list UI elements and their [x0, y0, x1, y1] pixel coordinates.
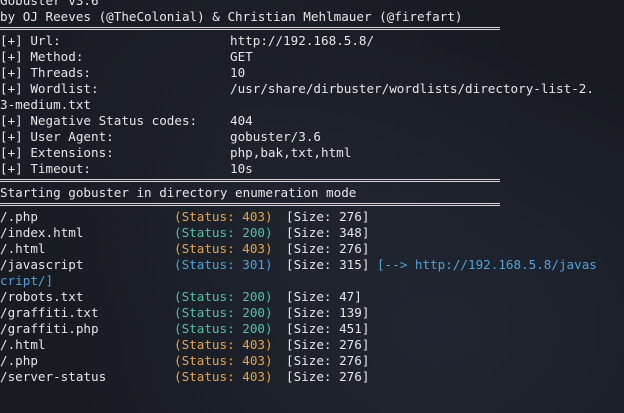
result-size: [Size: 276]	[286, 241, 370, 256]
result-row: /.php (Status: 403) [Size: 276]	[0, 353, 624, 369]
result-status: (Status: 403)	[174, 241, 273, 256]
result-row: /javascript (Status: 301) [Size: 315] [-->…	[0, 257, 624, 273]
config-row-negative-status: [+] Negative Status codes: 404	[0, 113, 624, 129]
result-path: /.php	[0, 209, 38, 224]
result-size: [Size: 276]	[286, 353, 370, 368]
gobuster-authors: by OJ Reeves (@TheColonial) & Christian …	[0, 9, 463, 24]
result-row: /.html (Status: 403) [Size: 276]	[0, 241, 624, 257]
result-row: /.html (Status: 403) [Size: 276]	[0, 337, 624, 353]
result-row: /graffiti.php (Status: 200) [Size: 451]	[0, 321, 624, 337]
result-size: [Size: 47]	[286, 289, 362, 304]
result-size: [Size: 139]	[286, 305, 370, 320]
config-row-wordlist-wrap: 3-medium.txt	[0, 97, 91, 112]
result-path: /.html	[0, 241, 46, 256]
config-label: [+] Method:	[0, 49, 84, 64]
result-path: /server-status	[0, 369, 107, 384]
config-label: [+] Negative Status codes:	[0, 113, 198, 128]
config-value: 10	[230, 65, 246, 80]
config-row-method: [+] Method: GET	[0, 49, 624, 65]
config-value: /usr/share/dirbuster/wordlists/directory…	[230, 81, 594, 96]
divider	[0, 177, 624, 185]
result-row: /index.html (Status: 200) [Size: 348]	[0, 225, 624, 241]
config-label: [+] User Agent:	[0, 129, 114, 144]
result-status: (Status: 200)	[174, 289, 273, 304]
result-status: (Status: 200)	[174, 321, 273, 336]
result-status: (Status: 403)	[174, 369, 273, 384]
config-row-wordlist: [+] Wordlist: /usr/share/dirbuster/wordli…	[0, 81, 624, 97]
redirect-link[interactable]: [--> http://192.168.5.8/javas	[377, 257, 597, 272]
result-path: /index.html	[0, 225, 84, 240]
result-size: [Size: 276]	[286, 209, 370, 224]
config-row-extensions: [+] Extensions: php,bak,txt,html	[0, 145, 624, 161]
config-label: [+] Timeout:	[0, 161, 91, 176]
result-size: [Size: 451]	[286, 321, 370, 336]
config-value: 10s	[230, 161, 253, 176]
gobuster-title: Gobuster v3.6	[0, 0, 99, 8]
config-label: [+] Threads:	[0, 65, 91, 80]
result-row: /server-status (Status: 403) [Size: 276]	[0, 369, 624, 385]
result-size: [Size: 315]	[286, 257, 370, 272]
config-label: [+] Extensions:	[0, 145, 114, 160]
result-path: /graffiti.php	[0, 321, 99, 336]
config-value: gobuster/3.6	[230, 129, 321, 144]
config-value: 404	[230, 113, 253, 128]
result-status: (Status: 301)	[174, 257, 273, 272]
divider	[0, 25, 624, 33]
redirect-link-wrap[interactable]: cript/]	[0, 273, 624, 289]
mode-message: Starting gobuster in directory enumerati…	[0, 185, 357, 200]
result-status: (Status: 200)	[174, 225, 273, 240]
result-path: /.php	[0, 353, 38, 368]
config-label: [+] Url:	[0, 33, 61, 48]
result-status: (Status: 403)	[174, 353, 273, 368]
result-path: /.html	[0, 337, 46, 352]
config-value: http://192.168.5.8/	[230, 33, 375, 48]
terminal-window[interactable]: Gobuster v3.6 by OJ Reeves (@TheColonial…	[0, 0, 624, 413]
result-status: (Status: 403)	[174, 209, 273, 224]
result-size: [Size: 276]	[286, 369, 370, 384]
result-path: /graffiti.txt	[0, 305, 99, 320]
config-value: GET	[230, 49, 253, 64]
config-row-threads: [+] Threads: 10	[0, 65, 624, 81]
result-size: [Size: 348]	[286, 225, 370, 240]
result-status: (Status: 200)	[174, 305, 273, 320]
result-row: /graffiti.txt (Status: 200) [Size: 139]	[0, 305, 624, 321]
result-path: /robots.txt	[0, 289, 84, 304]
config-row-url: [+] Url: http://192.168.5.8/	[0, 33, 624, 49]
config-value: php,bak,txt,html	[230, 145, 352, 160]
config-label: [+] Wordlist:	[0, 81, 99, 96]
result-row: /.php (Status: 403) [Size: 276]	[0, 209, 624, 225]
config-row-user-agent: [+] User Agent: gobuster/3.6	[0, 129, 624, 145]
result-path: /javascript	[0, 257, 84, 272]
result-status: (Status: 403)	[174, 337, 273, 352]
result-row: /robots.txt (Status: 200) [Size: 47]	[0, 289, 624, 305]
divider	[0, 201, 624, 209]
config-row-timeout: [+] Timeout: 10s	[0, 161, 624, 177]
result-size: [Size: 276]	[286, 337, 370, 352]
